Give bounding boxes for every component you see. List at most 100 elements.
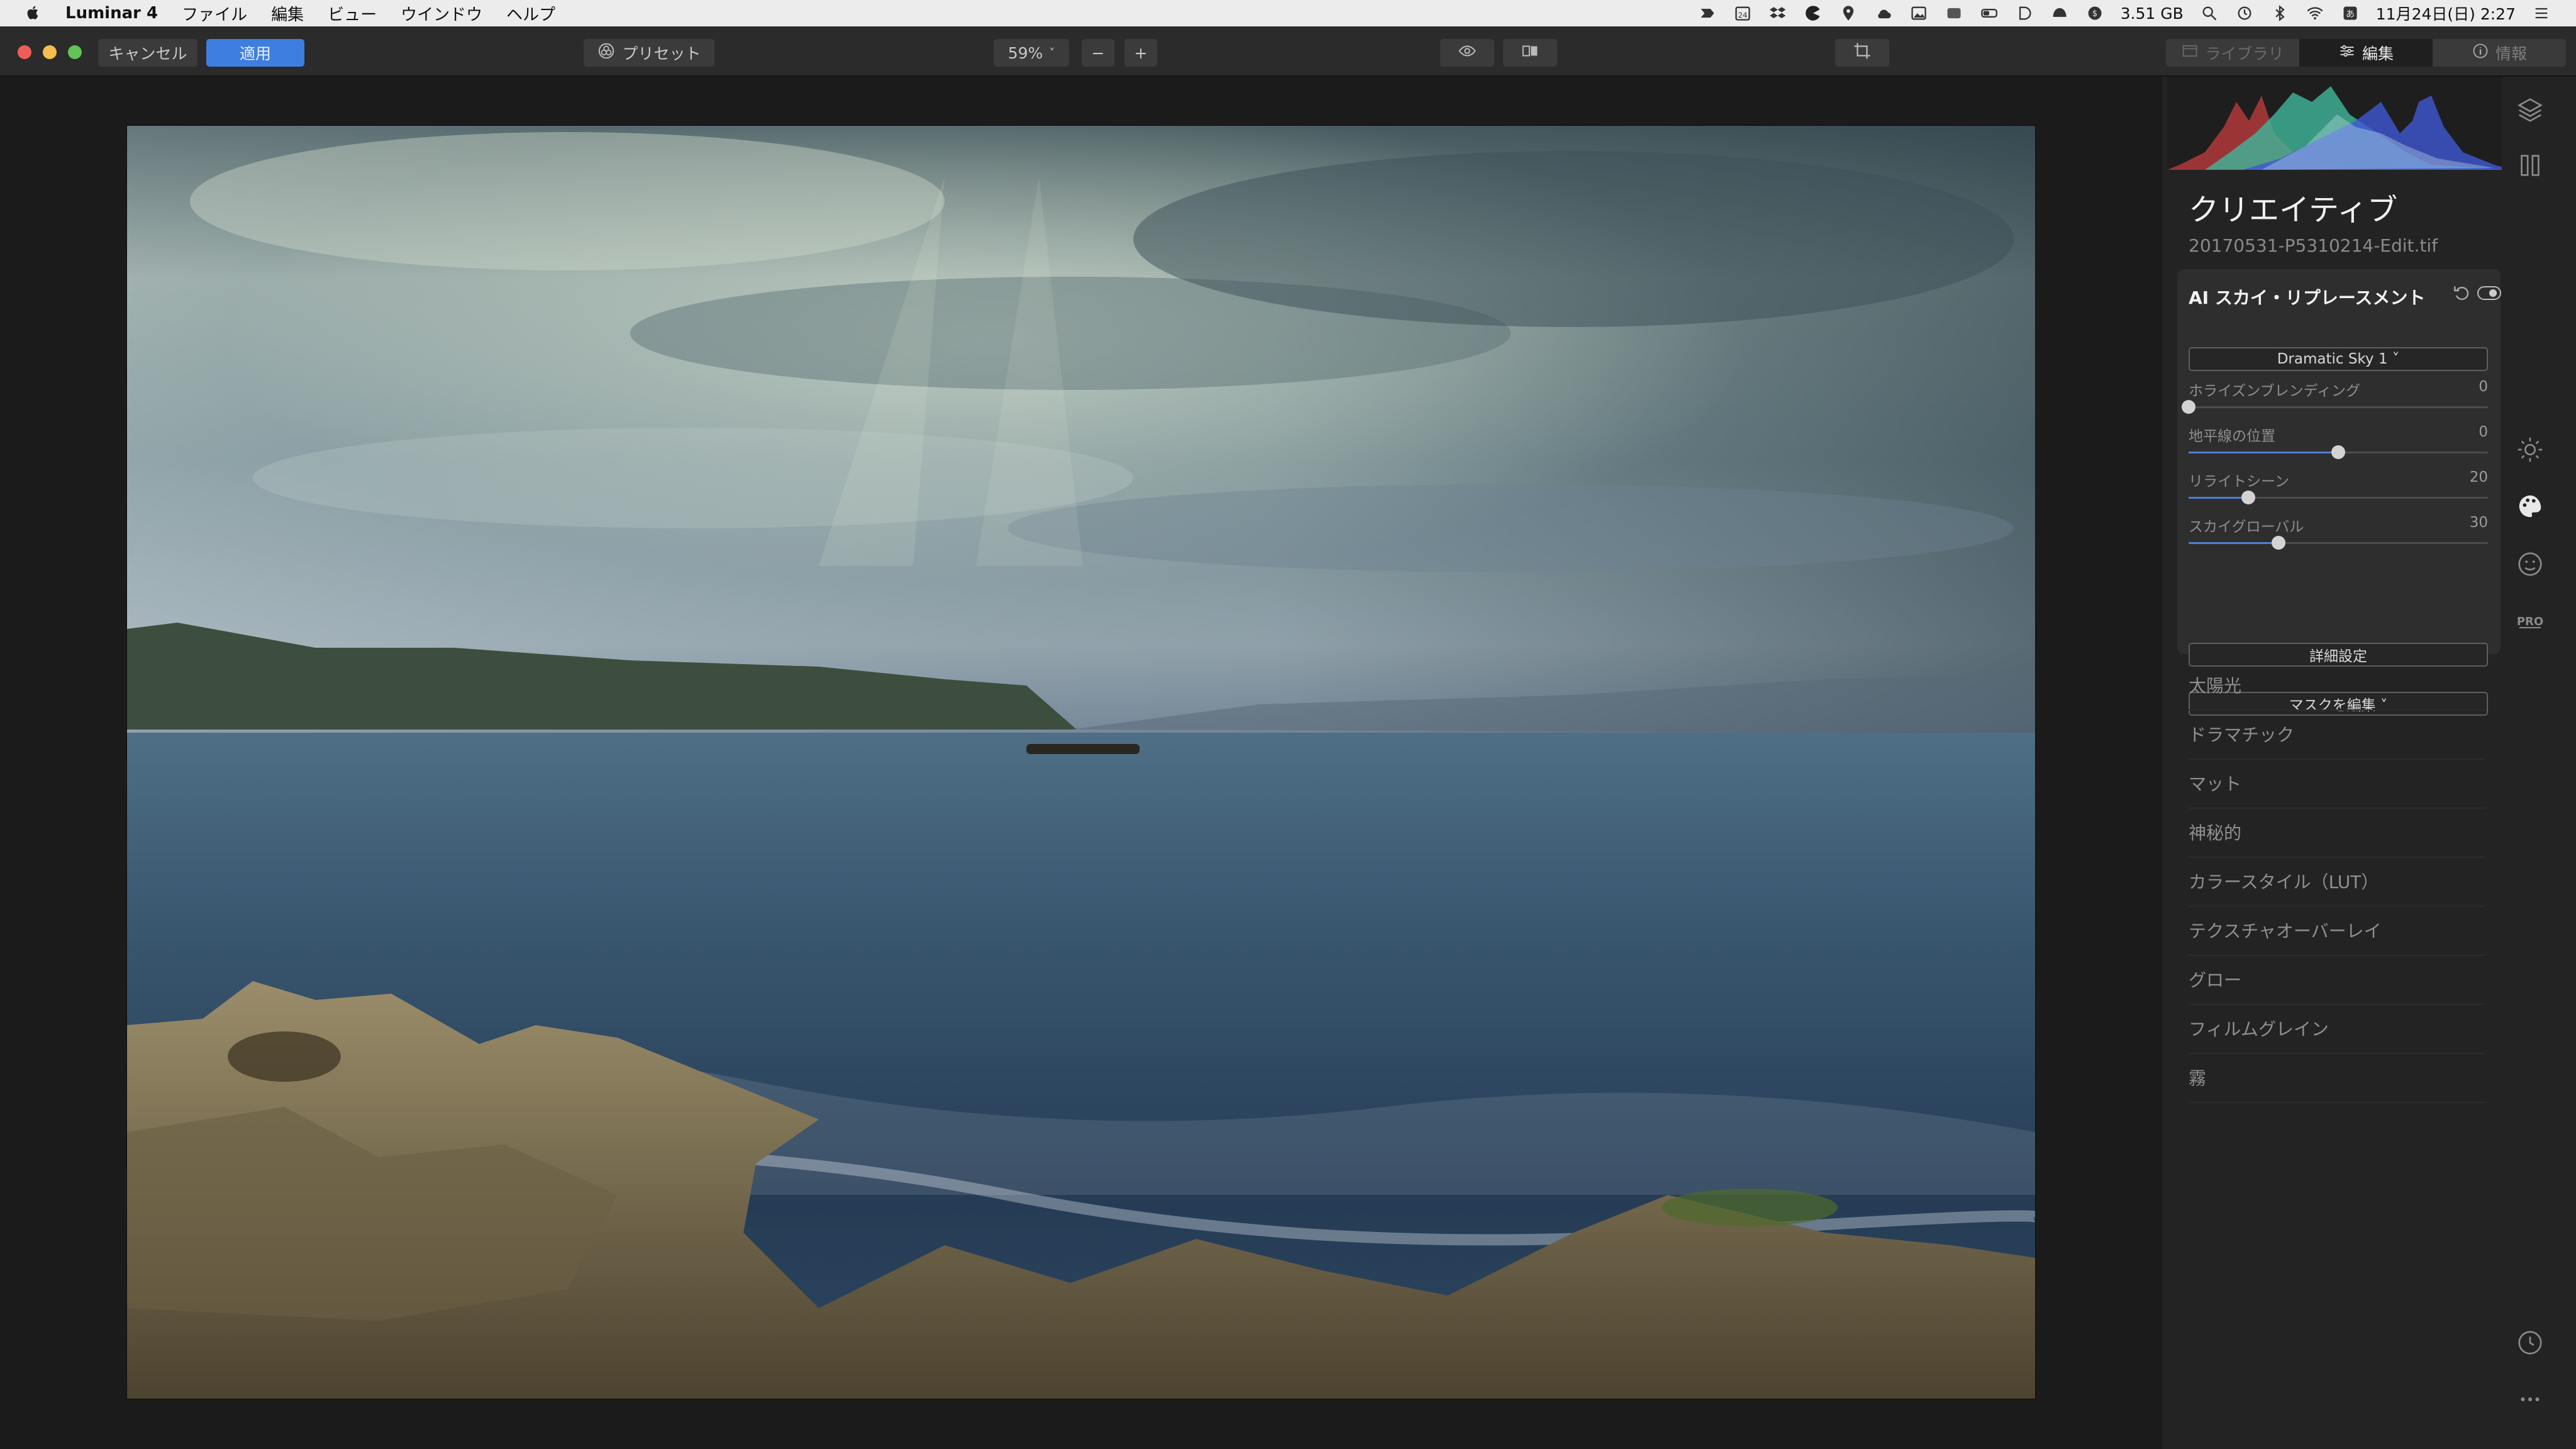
calendar-day: 24	[1738, 11, 1747, 19]
input-method-icon[interactable]: あ	[2341, 5, 2360, 21]
seascape-photo	[127, 126, 2035, 1399]
wifi-icon[interactable]	[2306, 5, 2324, 21]
tab-library[interactable]: ライブラリ	[2166, 39, 2299, 67]
toolbar: キャンセル 適用 プリセット 59% ˅ − + ライブラリ 編集 情報	[0, 26, 2576, 77]
preset-icon	[597, 42, 616, 64]
photos-icon[interactable]	[1909, 5, 1928, 21]
menu-help[interactable]: ヘルプ	[506, 2, 555, 25]
hat-icon[interactable]	[2050, 5, 2069, 21]
history-clock-icon[interactable]	[2516, 1328, 2545, 1357]
creative-tool-item[interactable]: マット	[2189, 758, 2485, 809]
window-close-button[interactable]	[18, 45, 31, 59]
calendar-icon[interactable]: 24	[1733, 5, 1752, 21]
window-minimize-button[interactable]	[43, 45, 57, 59]
storage-text[interactable]: 3.51 GB	[2121, 4, 2184, 23]
slider-value[interactable]: 0	[2479, 379, 2488, 395]
zoom-select[interactable]: 59% ˅	[994, 39, 1069, 67]
menu-edit[interactable]: 編集	[271, 2, 304, 25]
slider-value[interactable]: 30	[2470, 514, 2488, 531]
canvas-icon[interactable]	[2516, 151, 2545, 180]
slider-track[interactable]	[2189, 445, 2488, 459]
slider-track[interactable]	[2189, 536, 2488, 550]
tool-sidebar: PRO	[2502, 77, 2576, 1449]
image-canvas[interactable]	[0, 77, 2162, 1449]
pro-label: PRO	[2517, 615, 2543, 628]
more-icon[interactable]	[2516, 1385, 2545, 1414]
dropbox-icon[interactable]	[1768, 5, 1787, 21]
menu-file[interactable]: ファイル	[182, 2, 247, 25]
location-icon[interactable]	[1839, 5, 1858, 21]
creative-tool-item[interactable]: テクスチャオーバーレイ	[2189, 906, 2485, 956]
d-icon[interactable]	[2015, 5, 2034, 21]
tab-edit-label: 編集	[2362, 45, 2394, 63]
sliders-icon	[2338, 42, 2356, 64]
creative-tool-item[interactable]: フィルムグレイン	[2189, 1004, 2485, 1054]
creative-tool-item[interactable]: カラースタイル（LUT）	[2189, 857, 2485, 907]
crop-button[interactable]	[1835, 39, 1889, 67]
search-icon[interactable]	[2200, 5, 2219, 21]
cloud-icon[interactable]	[1874, 5, 1893, 21]
slider-fill	[2189, 497, 2249, 499]
tool-title[interactable]: AI スカイ・リプレースメント	[2189, 284, 2425, 309]
slider-label: 地平線の位置	[2189, 428, 2275, 445]
creative-palette-icon[interactable]	[2516, 492, 2545, 521]
window-maximize-button[interactable]	[68, 45, 82, 59]
library-icon	[2181, 42, 2199, 64]
storage-icon[interactable]: $	[2085, 5, 2104, 21]
creative-tool-item[interactable]: グロー	[2189, 955, 2485, 1005]
mode-tabs: ライブラリ 編集 情報	[2166, 39, 2566, 67]
creative-tool-item[interactable]: 霧	[2189, 1053, 2485, 1103]
preview-button[interactable]	[1440, 39, 1494, 67]
clock[interactable]: 11月24日(日) 2:27	[2376, 2, 2516, 25]
slider-thumb[interactable]	[2241, 491, 2256, 504]
creative-tool-item[interactable]: ドラマチック	[2189, 709, 2485, 760]
panel-title: クリエイティブ	[2189, 192, 2398, 228]
battery-toggle-icon[interactable]	[1980, 5, 1999, 21]
menu-window[interactable]: ウインドウ	[401, 2, 482, 25]
zoom-in-button[interactable]: +	[1124, 39, 1157, 67]
edit-panel: クリエイティブ 20170531-P5310214-Edit.tif AI スカ…	[2162, 77, 2512, 1449]
creative-tool-item[interactable]: 神秘的	[2189, 808, 2485, 858]
status-area: 24 $ 3.51 GB あ 11月24日(日) 2:27	[1698, 0, 2551, 26]
creative-tool-item[interactable]: 太陽光	[2189, 660, 2485, 711]
slider-thumb[interactable]	[2331, 445, 2345, 459]
essentials-sun-icon[interactable]	[2516, 435, 2545, 464]
portrait-face-icon[interactable]	[2516, 550, 2545, 579]
time-machine-icon[interactable]	[2235, 5, 2254, 21]
notification-center-icon[interactable]	[2532, 5, 2551, 21]
slider-value[interactable]: 20	[2470, 469, 2488, 486]
tab-edit[interactable]: 編集	[2299, 39, 2433, 67]
visibility-toggle-icon[interactable]	[2477, 284, 2502, 302]
sky-selection-dropdown[interactable]: Dramatic Sky 1 ˅	[2189, 347, 2488, 371]
menu-view[interactable]: ビュー	[328, 2, 377, 25]
crop-icon	[1853, 42, 1872, 64]
cancel-button[interactable]: キャンセル	[98, 39, 197, 67]
pro-tools-icon[interactable]: PRO	[2516, 606, 2545, 635]
slider-label: スカイグローバル	[2189, 519, 2304, 535]
slider-value[interactable]: 0	[2479, 424, 2488, 440]
slider-thumb[interactable]	[2182, 400, 2196, 414]
apple-icon[interactable]	[25, 4, 50, 23]
pacman-icon[interactable]	[1804, 5, 1823, 21]
compare-button[interactable]	[1503, 39, 1557, 67]
zoom-out-button[interactable]: −	[1082, 39, 1114, 67]
slider-track[interactable]	[2182, 400, 2488, 414]
svg-text:$: $	[2092, 9, 2097, 19]
send-icon[interactable]	[1698, 5, 1717, 21]
histogram	[2167, 77, 2512, 170]
preset-button[interactable]: プリセット	[584, 39, 714, 67]
split-view-icon	[1521, 42, 1540, 64]
slider-label: リライトシーン	[2189, 474, 2289, 490]
slider-thumb[interactable]	[2271, 536, 2285, 550]
slider-track[interactable]	[2189, 491, 2488, 504]
edited-photo[interactable]	[127, 126, 2035, 1399]
tab-info[interactable]: 情報	[2433, 39, 2566, 67]
reset-icon[interactable]	[2451, 283, 2472, 303]
disk-icon[interactable]	[1945, 5, 1963, 21]
apply-button[interactable]: 適用	[206, 39, 304, 67]
layers-icon[interactable]	[2516, 96, 2545, 125]
bluetooth-icon[interactable]	[2270, 5, 2289, 21]
svg-text:あ: あ	[2346, 9, 2355, 19]
eye-icon	[1458, 42, 1477, 64]
menu-app-name[interactable]: Luminar 4	[65, 4, 158, 23]
